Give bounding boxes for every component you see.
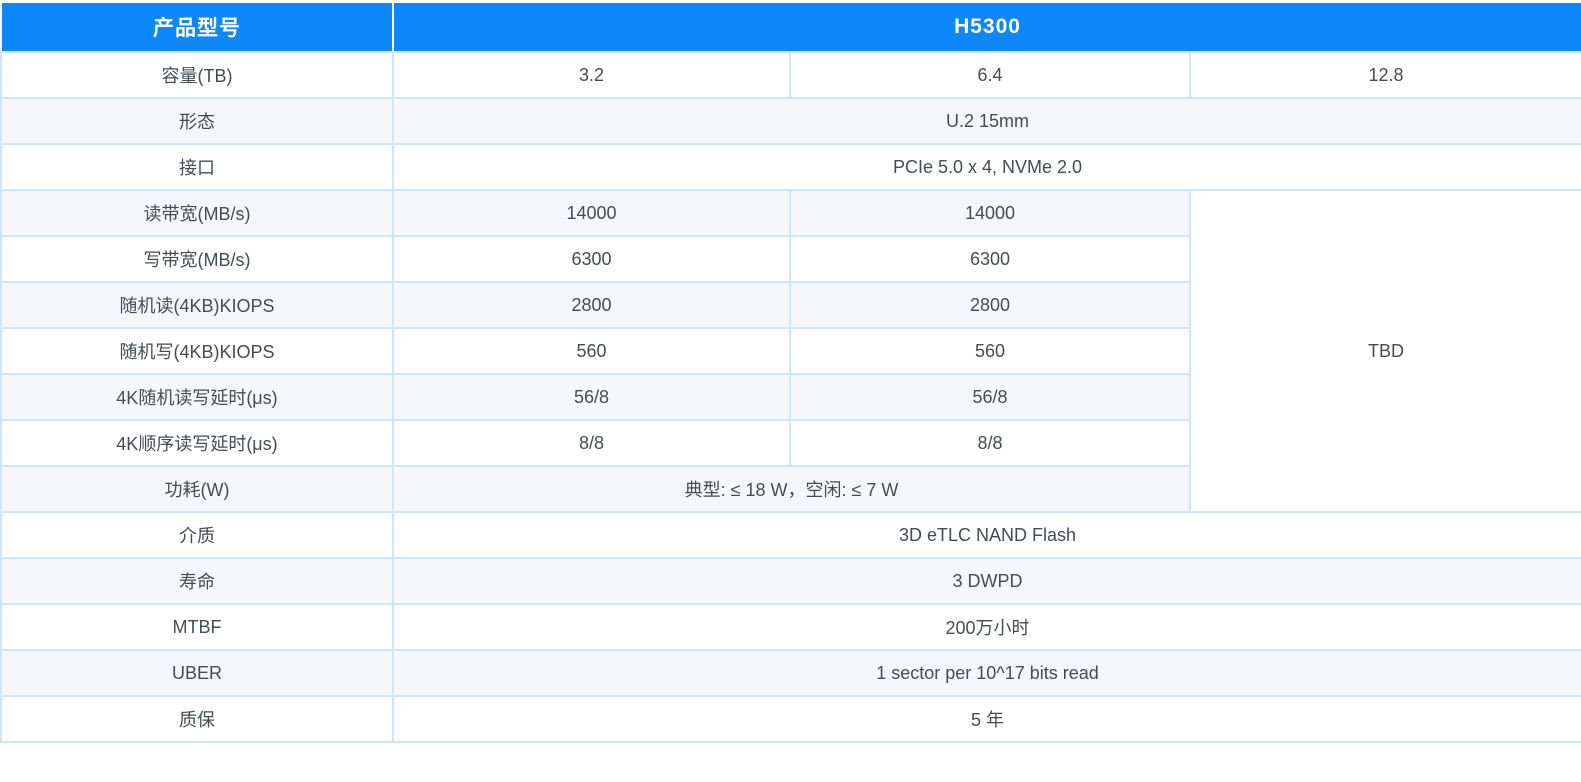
spec-value-cell: 5 年 <box>393 696 1581 742</box>
spec-label-cell: 寿命 <box>1 558 393 604</box>
table-row: 容量(TB)3.26.412.8 <box>1 52 1581 98</box>
spec-value-cell: 3.2 <box>393 52 790 98</box>
table-row: 读带宽(MB/s)1400014000TBD <box>1 190 1581 236</box>
spec-value-cell: 6300 <box>790 236 1190 282</box>
spec-value-cell: 3D eTLC NAND Flash <box>393 512 1581 558</box>
table-row: 寿命3 DWPD <box>1 558 1581 604</box>
spec-value-cell: 1 sector per 10^17 bits read <box>393 650 1581 696</box>
spec-label-cell: 写带宽(MB/s) <box>1 236 393 282</box>
table-row: 形态U.2 15mm <box>1 98 1581 144</box>
spec-value-cell: 8/8 <box>393 420 790 466</box>
spec-label-cell: 容量(TB) <box>1 52 393 98</box>
spec-value-cell: 2800 <box>790 282 1190 328</box>
spec-label-cell: UBER <box>1 650 393 696</box>
spec-value-cell: 560 <box>790 328 1190 374</box>
spec-label-cell: 接口 <box>1 144 393 190</box>
spec-value-cell: U.2 15mm <box>393 98 1581 144</box>
header-product-label: 产品型号 <box>1 2 393 52</box>
spec-label-cell: 形态 <box>1 98 393 144</box>
spec-value-cell: 典型: ≤ 18 W，空闲: ≤ 7 W <box>393 466 1190 512</box>
spec-label-cell: 质保 <box>1 696 393 742</box>
spec-value-cell: 14000 <box>393 190 790 236</box>
spec-label-cell: 介质 <box>1 512 393 558</box>
spec-value-cell: 12.8 <box>1190 52 1581 98</box>
table-row: 接口PCIe 5.0 x 4, NVMe 2.0 <box>1 144 1581 190</box>
spec-value-cell: 200万小时 <box>393 604 1581 650</box>
spec-value-cell: 6.4 <box>790 52 1190 98</box>
spec-value-cell: 56/8 <box>393 374 790 420</box>
spec-label-cell: 4K顺序读写延时(μs) <box>1 420 393 466</box>
table-row: 质保5 年 <box>1 696 1581 742</box>
spec-table-body: 容量(TB)3.26.412.8形态U.2 15mm接口PCIe 5.0 x 4… <box>1 52 1581 742</box>
spec-label-cell: 随机读(4KB)KIOPS <box>1 282 393 328</box>
table-header-row: 产品型号 H5300 <box>1 2 1581 52</box>
table-row: UBER1 sector per 10^17 bits read <box>1 650 1581 696</box>
spec-value-cell: TBD <box>1190 190 1581 512</box>
header-model: H5300 <box>393 2 1581 52</box>
spec-value-cell: 6300 <box>393 236 790 282</box>
spec-label-cell: MTBF <box>1 604 393 650</box>
spec-value-cell: 14000 <box>790 190 1190 236</box>
table-row: MTBF200万小时 <box>1 604 1581 650</box>
table-row: 介质3D eTLC NAND Flash <box>1 512 1581 558</box>
spec-label-cell: 功耗(W) <box>1 466 393 512</box>
spec-value-cell: 560 <box>393 328 790 374</box>
spec-value-cell: 56/8 <box>790 374 1190 420</box>
spec-value-cell: PCIe 5.0 x 4, NVMe 2.0 <box>393 144 1581 190</box>
spec-label-cell: 随机写(4KB)KIOPS <box>1 328 393 374</box>
spec-value-cell: 3 DWPD <box>393 558 1581 604</box>
spec-label-cell: 读带宽(MB/s) <box>1 190 393 236</box>
spec-label-cell: 4K随机读写延时(μs) <box>1 374 393 420</box>
spec-table: 产品型号 H5300 容量(TB)3.26.412.8形态U.2 15mm接口P… <box>0 1 1581 743</box>
spec-value-cell: 8/8 <box>790 420 1190 466</box>
spec-value-cell: 2800 <box>393 282 790 328</box>
